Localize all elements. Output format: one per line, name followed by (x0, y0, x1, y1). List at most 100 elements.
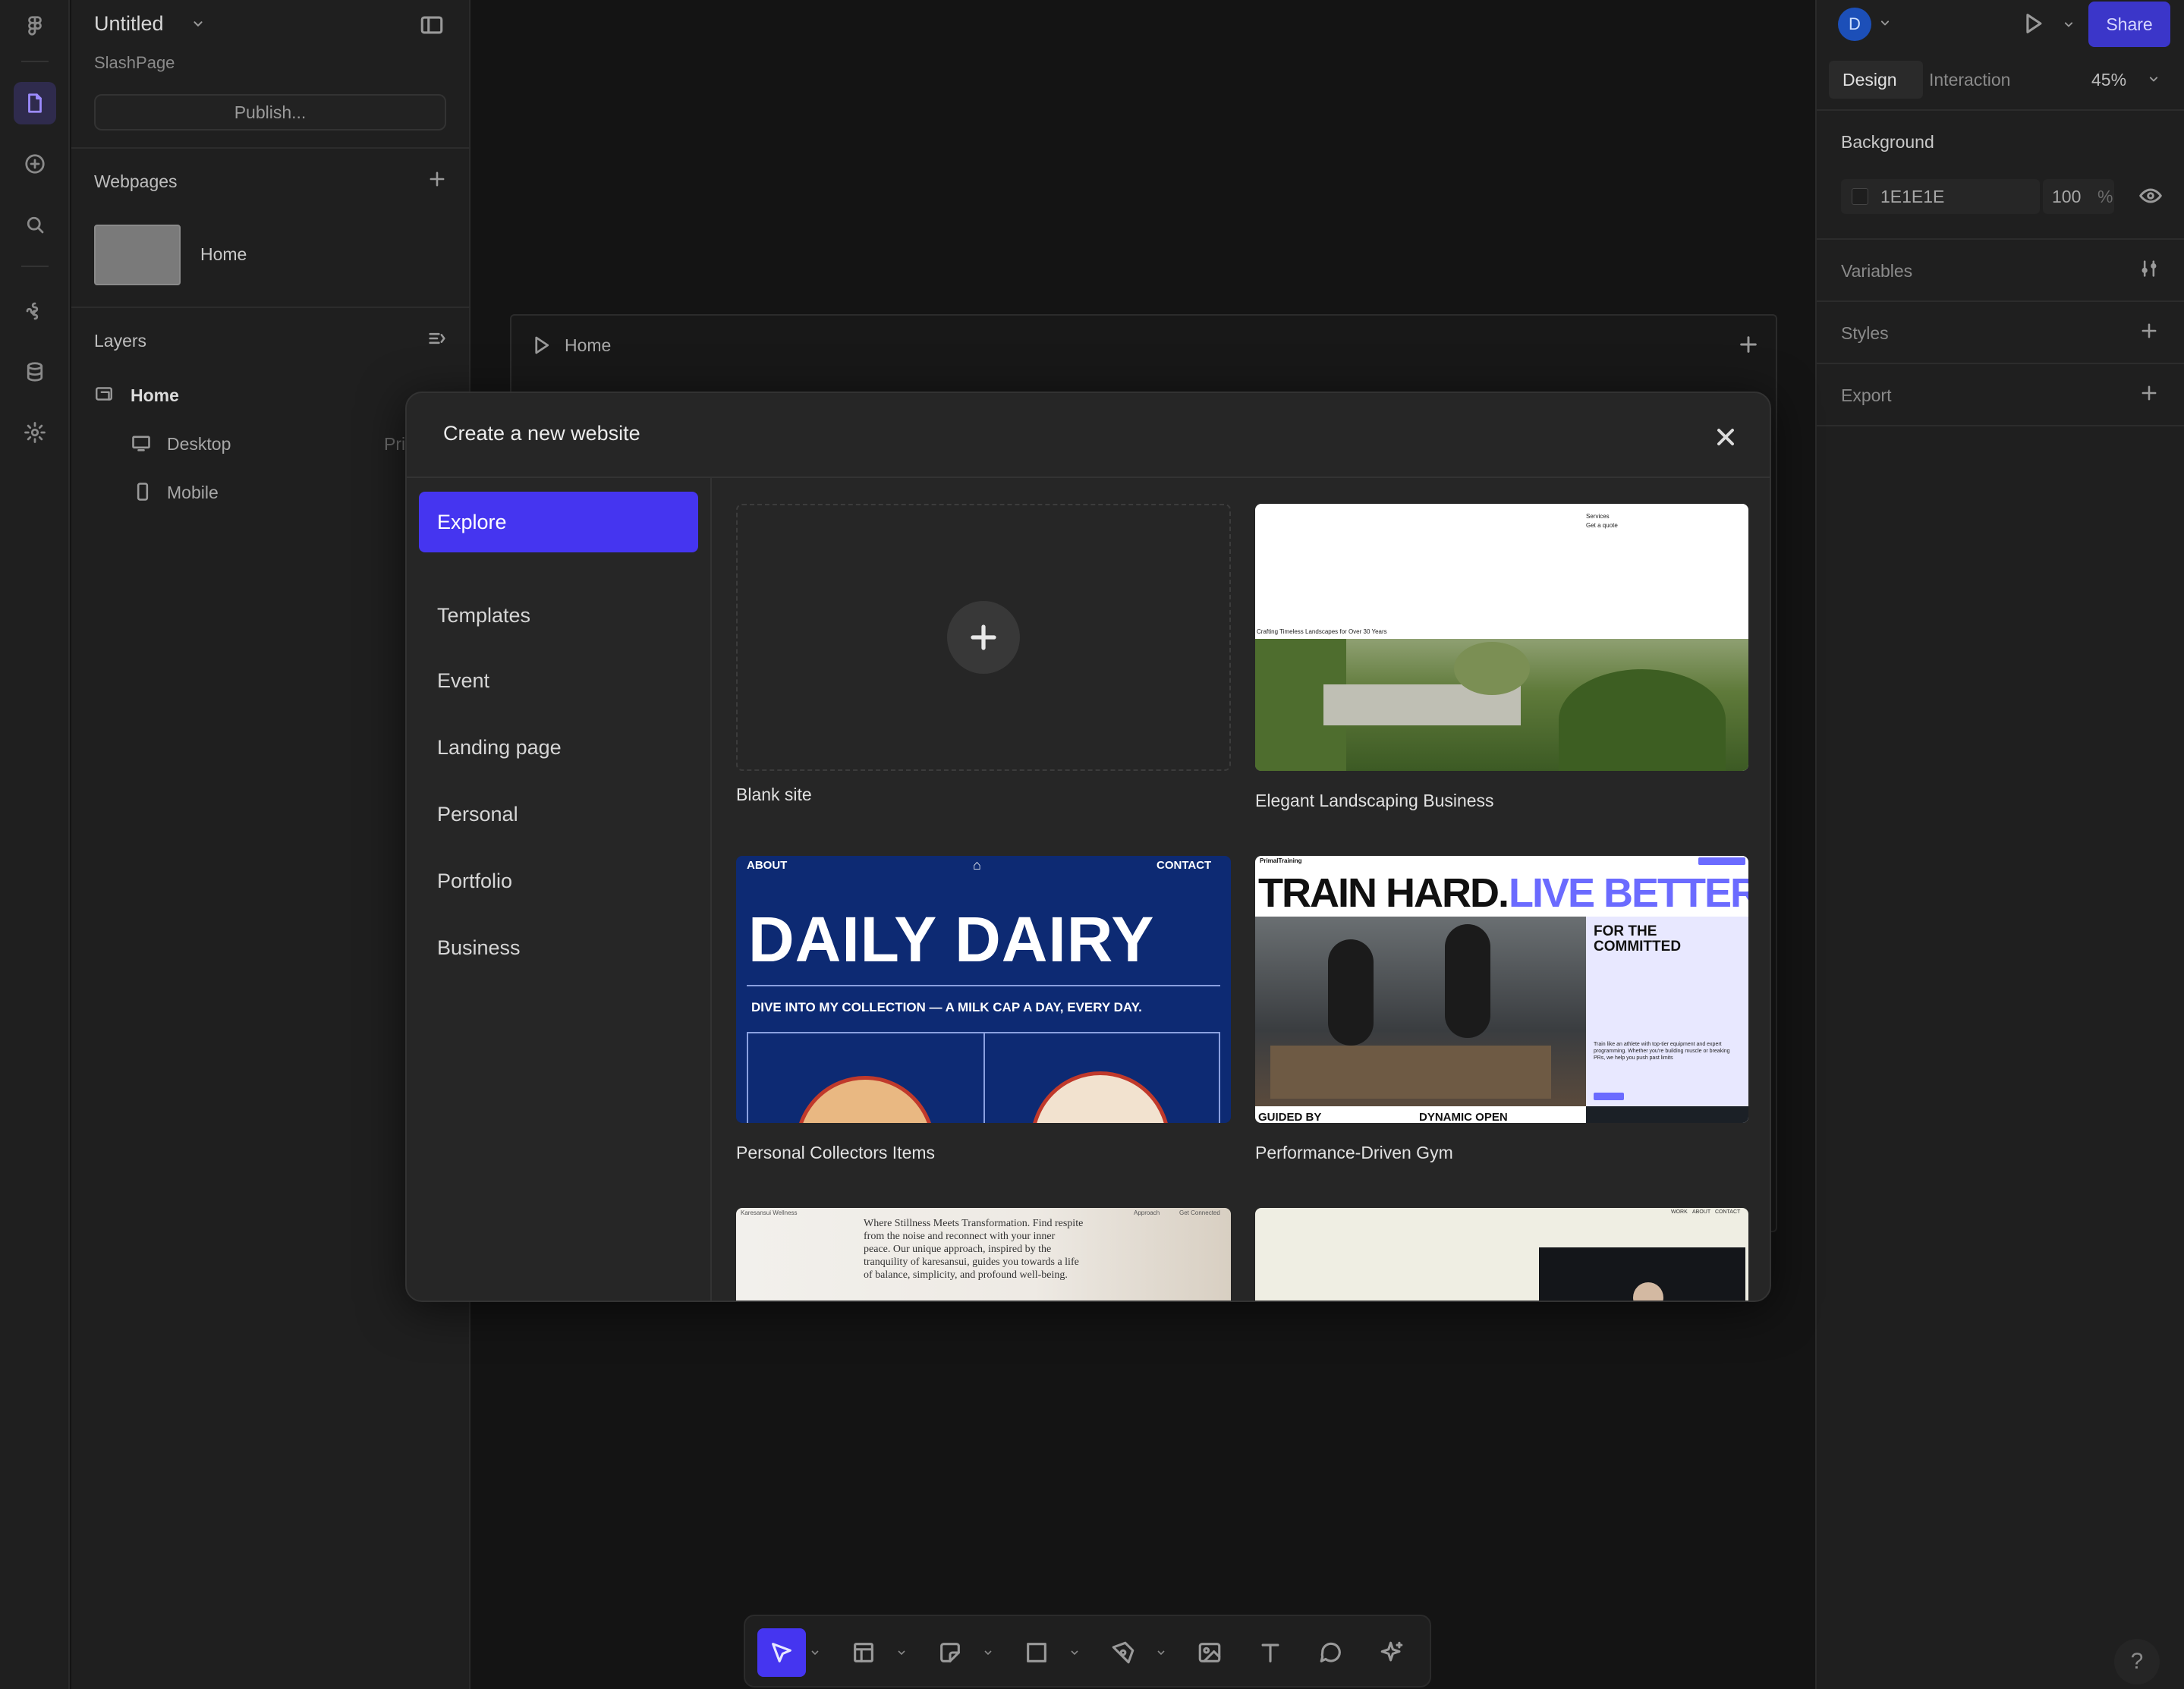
preview-gym-side-title: FOR THE COMMITTED (1594, 923, 1682, 955)
preview-nav-quote: Get a quote (1586, 522, 1618, 529)
chevron-down-icon[interactable] (1068, 1647, 1081, 1659)
pages-file-icon[interactable] (14, 82, 56, 124)
rail-divider (21, 266, 49, 267)
modal-title: Create a new website (443, 422, 640, 445)
layer-home[interactable]: Home (131, 385, 179, 406)
eye-visibility-icon[interactable] (2138, 184, 2163, 212)
preview-large-bush (1559, 669, 1726, 771)
preview-contact: CONTACT (1157, 859, 1212, 872)
chevron-down-icon[interactable] (1877, 15, 1893, 34)
template-dairy-label[interactable]: Personal Collectors Items (736, 1143, 935, 1163)
text-icon[interactable] (1246, 1628, 1295, 1677)
user-avatar[interactable]: D (1838, 8, 1871, 41)
template-gym-card[interactable]: PrimalTraining TRAIN HARD. LIVE BETTER F… (1255, 856, 1748, 1123)
variables-heading: Variables (1841, 261, 1913, 281)
chevron-down-icon[interactable] (1155, 1647, 1167, 1659)
add-style-icon[interactable] (2138, 320, 2160, 345)
layer-mobile[interactable]: Mobile (167, 483, 219, 503)
add-webpage-icon[interactable] (426, 168, 448, 193)
template-gym-label[interactable]: Performance-Driven Gym (1255, 1143, 1453, 1163)
category-personal[interactable]: Personal (437, 803, 518, 826)
category-portfolio[interactable]: Portfolio (437, 870, 512, 893)
panel-divider (71, 307, 470, 308)
add-export-icon[interactable] (2138, 382, 2160, 407)
category-explore[interactable]: Explore (419, 492, 698, 552)
tab-interaction[interactable]: Interaction (1929, 70, 2010, 90)
file-title[interactable]: Untitled (94, 12, 164, 36)
webpage-item-home[interactable]: Home (200, 244, 247, 265)
blank-site-card[interactable] (736, 504, 1231, 771)
category-business[interactable]: Business (437, 936, 521, 960)
desktop-icon (131, 432, 152, 458)
background-hex[interactable]: 1E1E1E (1880, 187, 1944, 207)
layer-desktop-badge: Pri (384, 434, 406, 454)
template-sixth-card[interactable]: WORK ABOUT CONTACT (1255, 1208, 1748, 1301)
mobile-icon (132, 481, 153, 506)
toggle-sidebar-icon[interactable] (419, 12, 445, 42)
shape-icon[interactable] (926, 1628, 974, 1677)
template-dairy-card[interactable]: ABOUT ⌂ CONTACT DAILY DAIRY DIVE INTO MY… (736, 856, 1231, 1123)
category-templates[interactable]: Templates (437, 604, 530, 627)
play-preview-icon[interactable] (2020, 11, 2046, 40)
chevron-down-icon[interactable] (2061, 17, 2076, 36)
preview-sixth-nav2: ABOUT (1692, 1209, 1711, 1215)
rectangle-icon[interactable] (1012, 1628, 1061, 1677)
panel-divider (1817, 363, 2184, 364)
opacity-unit: % (2097, 187, 2113, 206)
preview-sixth-nav3: CONTACT (1715, 1209, 1741, 1215)
preview-wellness-nav2: Get Connected (1179, 1209, 1220, 1216)
plus-icon (947, 601, 1020, 674)
frame-icon[interactable] (839, 1628, 888, 1677)
plugins-icon[interactable] (14, 290, 56, 332)
background-swatch[interactable] (1852, 188, 1868, 205)
layers-options-icon[interactable] (426, 328, 448, 353)
share-button[interactable]: Share (2088, 2, 2170, 47)
database-icon[interactable] (14, 351, 56, 393)
chevron-down-icon[interactable] (2146, 71, 2161, 90)
panel-divider (1817, 425, 2184, 426)
create-website-modal: Create a new website Explore Templates E… (405, 392, 1771, 1302)
chevron-down-icon[interactable] (895, 1647, 908, 1659)
frame-label[interactable]: Home (565, 335, 611, 356)
ai-sparkle-icon[interactable] (1367, 1628, 1416, 1677)
image-icon[interactable] (1185, 1628, 1234, 1677)
chevron-down-icon[interactable] (190, 15, 206, 36)
preview-gym-bottom2: DYNAMIC OPEN (1419, 1111, 1508, 1123)
add-circle-icon[interactable] (14, 143, 56, 185)
pen-icon[interactable] (1099, 1628, 1147, 1677)
preview-wellness-text: Where Stillness Meets Transformation. Fi… (864, 1218, 1084, 1281)
template-landscaping-card[interactable]: Services Get a quote Crafting Timeless L… (1255, 504, 1748, 771)
close-icon[interactable] (1712, 423, 1739, 451)
preview-gym-cta (1698, 857, 1745, 865)
play-frame-icon[interactable] (530, 334, 552, 360)
help-button[interactable]: ? (2114, 1639, 2160, 1684)
category-event[interactable]: Event (437, 669, 489, 693)
blank-site-label[interactable]: Blank site (736, 785, 812, 805)
preview-wellness-brand: Karesansui Wellness (741, 1209, 798, 1216)
chevron-down-icon[interactable] (809, 1647, 821, 1659)
layer-desktop[interactable]: Desktop (167, 434, 231, 454)
preview-garden-image (1255, 639, 1748, 771)
figma-logo-icon[interactable] (14, 5, 56, 47)
chevron-down-icon[interactable] (982, 1647, 994, 1659)
preview-gym-brand: PrimalTraining (1260, 857, 1302, 864)
webpage-thumbnail[interactable] (94, 225, 181, 285)
add-breakpoint-icon[interactable] (1736, 332, 1761, 360)
template-landscaping-label[interactable]: Elegant Landscaping Business (1255, 791, 1494, 811)
select-icon[interactable] (757, 1628, 806, 1677)
background-opacity[interactable]: 100 (2052, 187, 2081, 207)
variables-adjust-icon[interactable] (2138, 258, 2160, 283)
zoom-level[interactable]: 45% (2091, 70, 2126, 90)
comment-icon[interactable] (1307, 1628, 1355, 1677)
styles-heading: Styles (1841, 323, 1889, 343)
search-icon[interactable] (14, 203, 56, 246)
template-wellness-card[interactable]: Karesansui Wellness Approach Get Connect… (736, 1208, 1231, 1301)
tab-design[interactable]: Design (1843, 70, 1897, 90)
team-name: SlashPage (94, 53, 175, 72)
settings-gear-icon[interactable] (14, 411, 56, 454)
category-landing-page[interactable]: Landing page (437, 736, 562, 760)
background-heading: Background (1841, 132, 1934, 152)
preview-gym-photo (1255, 917, 1586, 1106)
panel-divider (1817, 238, 2184, 240)
publish-button[interactable]: Publish... (94, 94, 446, 131)
